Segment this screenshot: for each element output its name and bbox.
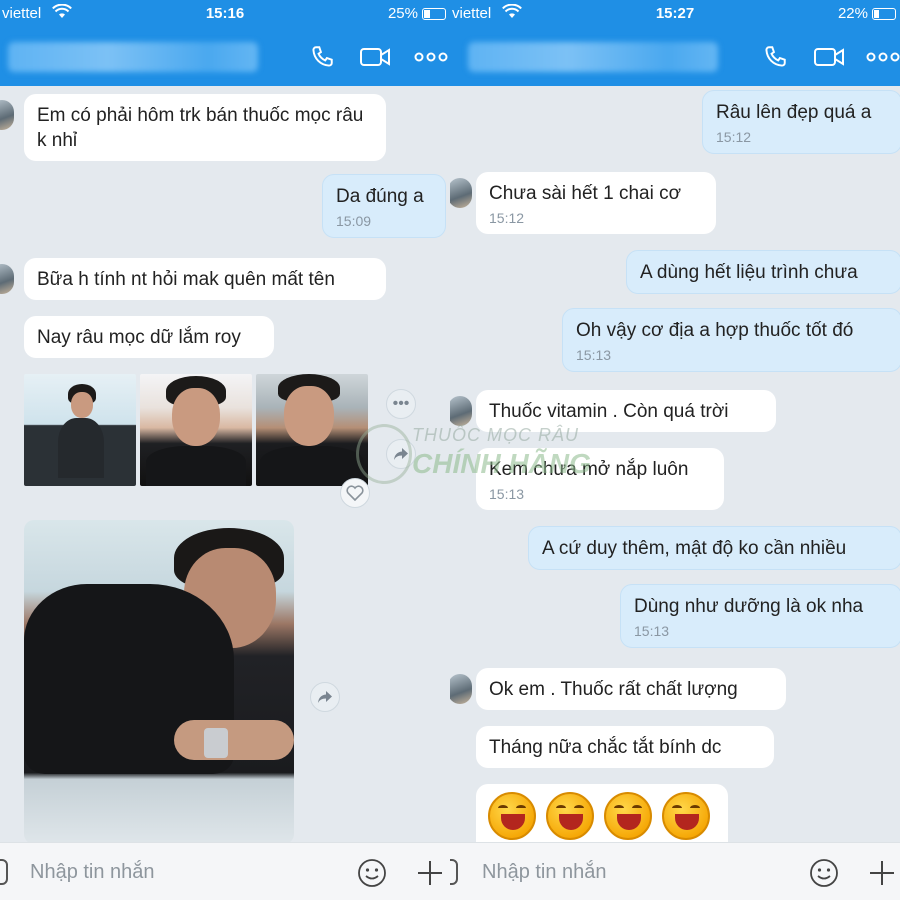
chat-screen-left: viettel 15:16 25% Em có phải hôm trk bán… [0,0,450,900]
battery-indicator: 25% [388,5,446,22]
laughing-emoji-icon [546,792,594,840]
like-button[interactable] [340,478,370,508]
message-incoming: Kem chưa mở nắp luôn 15:13 [476,448,724,510]
chat-screen-right: viettel 15:27 22% Râu lên đẹp quá a 15:1… [450,0,900,900]
photo-subject-face [71,392,93,418]
battery-icon [872,7,896,20]
message-time: 15:12 [716,129,752,145]
avatar[interactable] [450,396,472,426]
message-text: Chưa sài hết 1 chai cơ [489,183,682,204]
laughing-emoji-icon [604,792,652,840]
status-bar: viettel 15:27 22% [450,0,900,28]
avatar[interactable] [0,264,14,294]
emoji-icon[interactable] [808,857,840,889]
more-icon[interactable] [414,42,448,72]
laughing-emoji-icon [488,792,536,840]
message-time: 15:13 [576,347,612,363]
message-text: A dùng hết liệu trình chưa [640,262,858,283]
message-list[interactable]: Em có phải hôm trk bán thuốc mọc râu k n… [0,86,450,844]
avatar[interactable] [0,100,14,130]
clock: 15:27 [655,5,695,22]
contact-name-blurred [8,42,258,72]
heart-icon [346,485,364,501]
phone-icon[interactable] [758,42,792,72]
message-outgoing: Da đúng a 15:09 [322,174,446,238]
status-bar: viettel 15:16 25% [0,0,450,28]
photo-thumbnail[interactable] [140,374,252,486]
plus-icon[interactable] [414,857,446,889]
message-text: A cứ duy thêm, mật độ ko cần nhiều [542,538,847,559]
more-icon[interactable] [866,42,900,72]
message-outgoing: Râu lên đẹp quá a 15:12 [702,90,900,154]
photo-subject-body [58,418,104,478]
attachment-edge-icon[interactable] [450,859,458,885]
share-icon [394,448,408,460]
message-text: Thuốc vitamin . Còn quá trời [489,401,729,422]
battery-icon [422,7,446,20]
emoji-icon[interactable] [356,857,388,889]
photo-subject-body [146,446,246,486]
avatar[interactable] [450,674,472,704]
battery-percent: 22% [837,5,868,22]
share-button[interactable] [310,682,340,712]
message-outgoing: Oh vậy cơ địa a hợp thuốc tốt đó 15:13 [562,308,900,372]
clock: 15:16 [205,5,245,22]
chat-header [0,28,450,86]
more-icon: ••• [392,395,410,412]
message-text: Nay râu mọc dữ lắm roy [37,327,241,348]
message-text: Kem chưa mở nắp luôn [489,459,689,480]
message-incoming: Bữa h tính nt hỏi mak quên mất tên [24,258,386,300]
message-time: 15:09 [336,213,372,229]
message-stickers [476,784,728,848]
photo-thumbnail[interactable] [24,374,136,486]
battery-indicator: 22% [838,5,896,22]
chat-header [450,28,900,86]
message-text: Oh vậy cơ địa a hợp thuốc tốt đó [576,320,854,341]
photo-subject-arm [174,720,294,760]
message-text: Râu lên đẹp quá a [716,102,872,123]
message-list[interactable]: Râu lên đẹp quá a 15:12 Chưa sài hết 1 c… [450,86,900,848]
message-text: Em có phải hôm trk bán thuốc mọc râu k n… [37,105,364,151]
screenshot-collage: viettel 15:16 25% Em có phải hôm trk bán… [0,0,900,900]
more-options-button[interactable]: ••• [386,389,416,419]
message-input[interactable]: Nhập tin nhắn [30,861,155,884]
photo-subject-face [284,386,334,446]
message-time: 15:12 [489,210,525,226]
photo-subject-face [172,388,220,446]
attachment-edge-icon[interactable] [0,859,8,885]
message-text: Bữa h tính nt hỏi mak quên mất tên [37,269,335,290]
laughing-emoji-icon [662,792,710,840]
message-text: Dùng như dưỡng là ok nha [634,596,864,617]
video-call-icon[interactable] [358,42,392,72]
phone-icon[interactable] [305,42,339,72]
message-outgoing: A cứ duy thêm, mật độ ko cần nhiều [528,526,900,570]
plus-icon[interactable] [866,857,898,889]
share-button[interactable] [386,439,416,469]
message-input-bar: Nhập tin nhắn [0,842,450,900]
battery-percent: 25% [387,5,418,22]
video-call-icon[interactable] [812,42,846,72]
message-incoming: Tháng nữa chắc tắt bính dc [476,726,774,768]
message-time: 15:13 [634,623,670,639]
share-icon [318,691,332,703]
avatar[interactable] [450,178,472,208]
message-incoming: Em có phải hôm trk bán thuốc mọc râu k n… [24,94,386,161]
message-outgoing: A dùng hết liệu trình chưa [626,250,900,294]
message-time: 15:13 [489,486,525,502]
message-text: Ok em . Thuốc rất chất lượng [489,679,738,700]
message-input-bar: Nhập tin nhắn [450,842,900,900]
message-incoming: Nay râu mọc dữ lắm roy [24,316,274,358]
contact-name-blurred [468,42,718,72]
message-outgoing: Dùng như dưỡng là ok nha 15:13 [620,584,900,648]
photo-large[interactable] [24,520,294,844]
photo-thumbnail[interactable] [256,374,368,486]
message-input[interactable]: Nhập tin nhắn [482,861,607,884]
message-incoming: Ok em . Thuốc rất chất lượng [476,668,786,710]
message-text: Tháng nữa chắc tắt bính dc [489,737,722,758]
message-incoming: Chưa sài hết 1 chai cơ 15:12 [476,172,716,234]
photo-watch [204,728,228,758]
message-text: Da đúng a [336,186,424,207]
message-incoming: Thuốc vitamin . Còn quá trời [476,390,776,432]
